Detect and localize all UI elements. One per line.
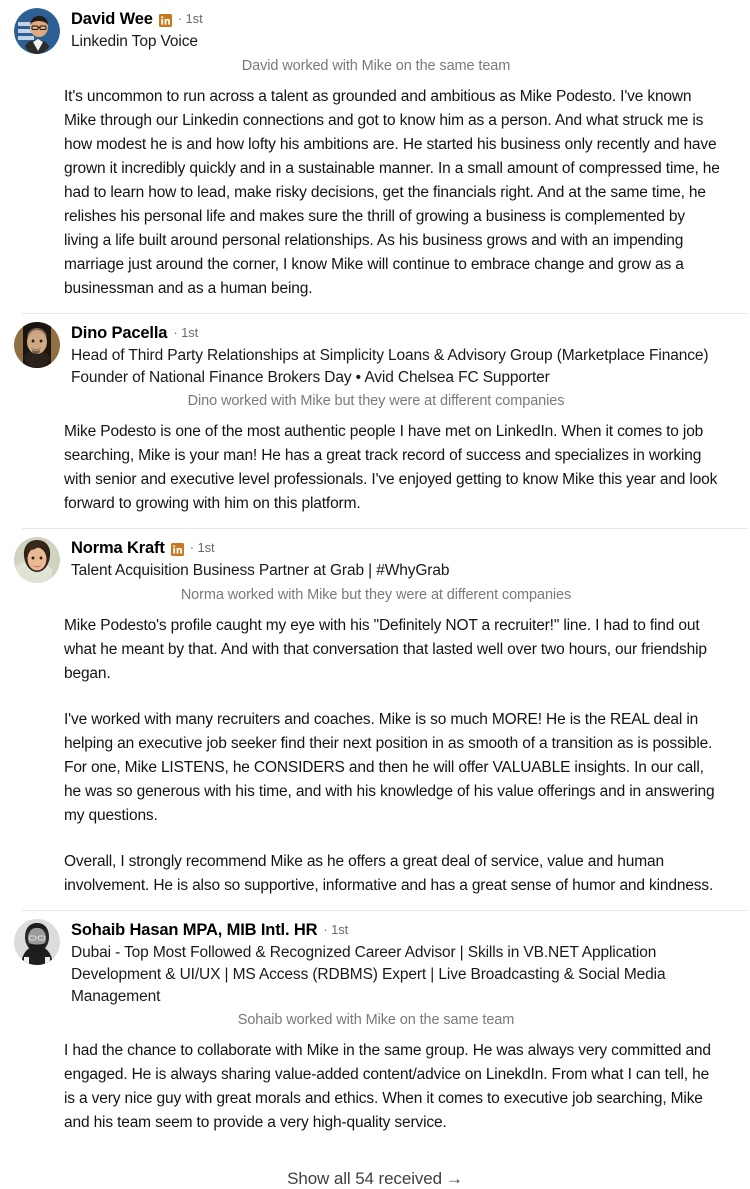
recommendation-identity: David Wee · 1st Linkedin Top Voice	[71, 7, 736, 53]
recommendation-header: Sohaib Hasan MPA, MIB Intl. HR · 1st Dub…	[14, 911, 736, 1008]
recommender-name[interactable]: Dino Pacella	[71, 322, 167, 344]
recommendation-header: Dino Pacella · 1st Head of Third Party R…	[14, 314, 736, 389]
linkedin-icon	[170, 542, 184, 556]
relationship-caption: Norma worked with Mike but they were at …	[180, 587, 572, 603]
connection-degree: · 1st	[177, 11, 203, 26]
connection-degree: · 1st	[173, 325, 199, 340]
recommendation-paragraph: It's uncommon to run across a talent as …	[64, 88, 720, 297]
avatar-norma-kraft[interactable]	[14, 537, 60, 583]
linkedin-icon	[158, 13, 172, 27]
recommendation-paragraph: Mike Podesto's profile caught my eye wit…	[64, 617, 707, 682]
recommendation-body: Mike Podesto is one of the most authenti…	[14, 420, 736, 528]
relationship-caption: David worked with Mike on the same team	[241, 58, 511, 74]
name-line: Norma Kraft · 1st	[71, 537, 736, 559]
avatar-dino-pacella[interactable]	[14, 322, 60, 368]
avatar-david-wee[interactable]	[14, 8, 60, 54]
recommendation-card: David Wee · 1st Linkedin Top Voice David…	[0, 0, 750, 313]
recommender-headline: Talent Acquisition Business Partner at G…	[71, 562, 450, 579]
recommendation-paragraph: I've worked with many recruiters and coa…	[64, 711, 715, 824]
show-all-label: Show all 54 received	[287, 1169, 442, 1188]
recommendation-identity: Sohaib Hasan MPA, MIB Intl. HR · 1st Dub…	[71, 918, 736, 1008]
recommender-headline: Dubai - Top Most Followed & Recognized C…	[71, 944, 666, 1005]
arrow-right-icon: →	[445, 1169, 463, 1188]
recommendation-body: Mike Podesto's profile caught my eye wit…	[14, 614, 736, 910]
recommender-name[interactable]: Sohaib Hasan MPA, MIB Intl. HR	[71, 919, 318, 941]
recommendation-card: Sohaib Hasan MPA, MIB Intl. HR · 1st Dub…	[0, 911, 750, 1147]
relationship-caption: Sohaib worked with Mike on the same team	[237, 1012, 515, 1028]
recommendation-paragraph: I had the chance to collaborate with Mik…	[64, 1042, 711, 1131]
recommendation-card: Norma Kraft · 1st Talent Acquisition Bus…	[0, 529, 750, 910]
name-line: Sohaib Hasan MPA, MIB Intl. HR · 1st	[71, 919, 736, 941]
recommendation-body: It's uncommon to run across a talent as …	[14, 85, 736, 313]
relationship-caption: Dino worked with Mike but they were at d…	[187, 393, 565, 409]
recommender-name[interactable]: David Wee	[71, 8, 153, 30]
show-all-received-button[interactable]: Show all 54 received →	[0, 1147, 750, 1189]
recommendation-identity: Dino Pacella · 1st Head of Third Party R…	[71, 321, 736, 389]
recommender-name[interactable]: Norma Kraft	[71, 537, 165, 559]
connection-degree: · 1st	[323, 922, 349, 937]
recommendation-paragraph: Mike Podesto is one of the most authenti…	[64, 423, 718, 512]
recommendations-section: David Wee · 1st Linkedin Top Voice David…	[0, 0, 750, 1188]
recommendation-identity: Norma Kraft · 1st Talent Acquisition Bus…	[71, 536, 736, 582]
name-line: David Wee · 1st	[71, 8, 736, 30]
connection-degree: · 1st	[189, 540, 215, 555]
name-line: Dino Pacella · 1st	[71, 322, 736, 344]
recommender-headline: Linkedin Top Voice	[71, 33, 198, 50]
avatar-sohaib-hasan[interactable]	[14, 919, 60, 965]
recommendation-header: Norma Kraft · 1st Talent Acquisition Bus…	[14, 529, 736, 583]
recommendation-header: David Wee · 1st Linkedin Top Voice	[14, 0, 736, 54]
recommendation-card: Dino Pacella · 1st Head of Third Party R…	[0, 314, 750, 528]
recommender-headline: Head of Third Party Relationships at Sim…	[71, 347, 709, 386]
recommendation-body: I had the chance to collaborate with Mik…	[14, 1039, 736, 1147]
recommendation-paragraph: Overall, I strongly recommend Mike as he…	[64, 853, 714, 894]
